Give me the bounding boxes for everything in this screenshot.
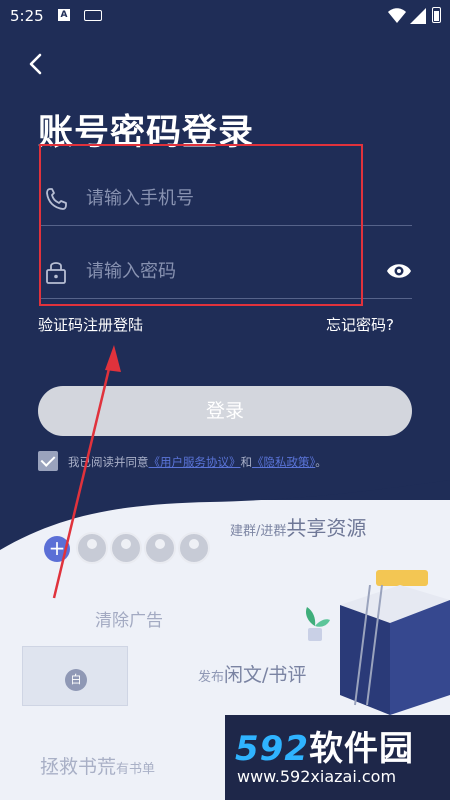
- login-screen: 5:25 A 账号密码登录 验证码注册登陆 忘记密码? 登录: [0, 0, 450, 800]
- avatar: [76, 532, 108, 564]
- login-button[interactable]: 登录: [38, 386, 412, 436]
- keyboard-icon: [84, 10, 102, 21]
- a-icon: A: [58, 9, 70, 21]
- plant-icon: [305, 607, 330, 641]
- watermark-digits: 592: [235, 729, 309, 769]
- agreement-prefix: 我已阅读并同意: [68, 455, 149, 469]
- server-illustration-icon: [340, 585, 450, 715]
- illustration-card: 白: [22, 646, 128, 706]
- signal-icon: [410, 8, 426, 24]
- watermark: 592软件园 www.592xiazai.com: [225, 715, 450, 800]
- card-badge: 白: [65, 669, 87, 691]
- plus-icon: +: [44, 536, 70, 562]
- back-arrow-icon[interactable]: [24, 50, 50, 78]
- promo-post: 发布闲文/书评: [198, 660, 306, 687]
- wifi-icon: [388, 8, 406, 23]
- promo-post-main: 闲文/书评: [224, 664, 307, 686]
- status-bar: 5:25 A: [0, 0, 450, 32]
- promo-save: 拯救书荒有书单: [40, 752, 155, 779]
- status-time: 5:25: [10, 7, 44, 25]
- avatar: [110, 532, 142, 564]
- promo-save-main: 拯救书荒: [40, 756, 117, 778]
- promo-save-suffix: 有书单: [116, 762, 156, 777]
- watermark-logo: 592软件园: [235, 721, 414, 770]
- agreement-suffix: 。: [315, 455, 327, 469]
- eye-icon[interactable]: [386, 261, 412, 281]
- privacy-policy-link[interactable]: 《隐私政策》: [252, 455, 315, 469]
- agreement-and: 和: [240, 455, 253, 469]
- agreement-checkbox[interactable]: [38, 451, 58, 471]
- promo-share-prefix: 建群/进群: [230, 524, 287, 539]
- promo-clear-ads: 清除广告: [95, 611, 163, 631]
- promo-share: 建群/进群共享资源: [230, 512, 366, 541]
- promo-post-prefix: 发布: [198, 670, 225, 685]
- promo-share-main: 共享资源: [286, 516, 367, 540]
- avatar: [144, 532, 176, 564]
- agreement-text: 我已阅读并同意《用户服务协议》和《隐私政策》。: [68, 454, 327, 470]
- watermark-url: www.592xiazai.com: [237, 767, 397, 786]
- highlight-box: [39, 144, 363, 306]
- user-agreement-link[interactable]: 《用户服务协议》: [149, 455, 241, 469]
- forgot-password-link[interactable]: 忘记密码?: [326, 314, 394, 335]
- avatar-group: +: [40, 530, 220, 566]
- sms-login-link[interactable]: 验证码注册登陆: [38, 314, 143, 335]
- watermark-brand: 软件园: [308, 729, 414, 769]
- avatar: [178, 532, 210, 564]
- battery-icon: [432, 7, 441, 23]
- chat-bubble-icon: [376, 570, 428, 586]
